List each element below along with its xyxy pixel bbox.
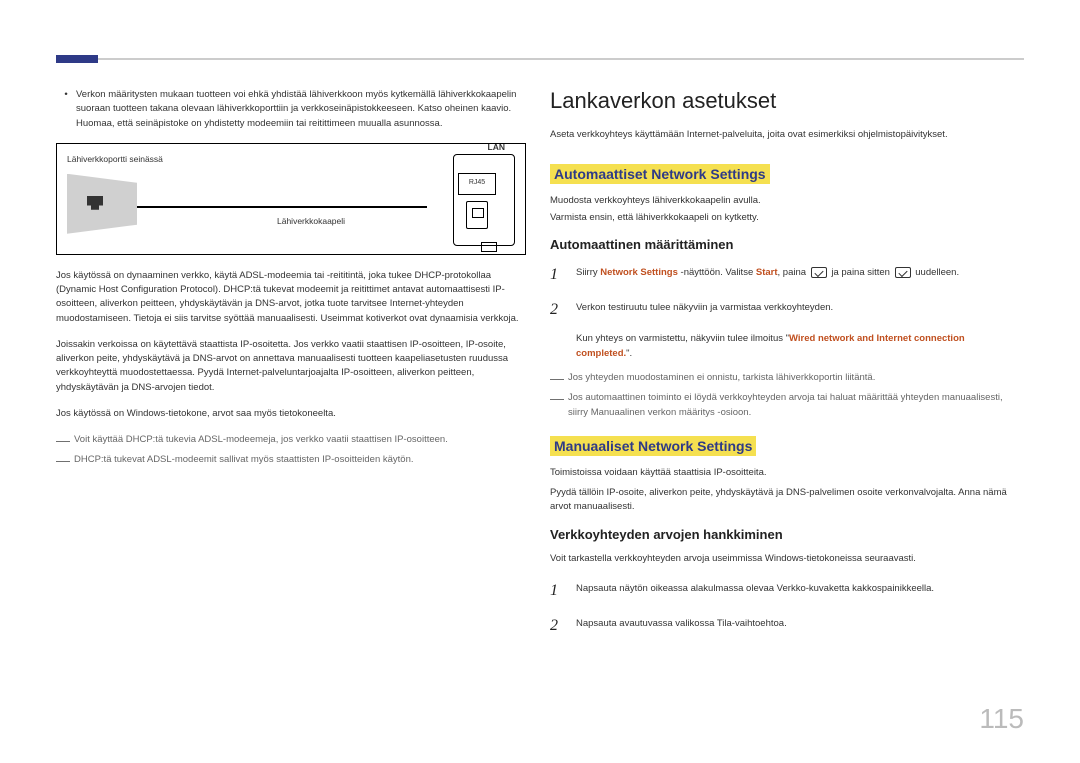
lan-label: LAN — [488, 142, 505, 152]
right-column: Lankaverkon asetukset Aseta verkkoyhteys… — [550, 88, 1020, 649]
paragraph: Jos käytössä on dynaaminen verkko, käytä… — [56, 269, 526, 326]
ui-term: Network Settings — [600, 267, 678, 278]
note-text: DHCP:tä tukevat ADSL-modeemit sallivat m… — [74, 453, 526, 467]
cable-label: Lähiverkkokaapeli — [277, 216, 345, 226]
step-item: 2 Verkon testiruutu tulee näkyviin ja va… — [550, 297, 1020, 361]
left-column: •Verkon määritysten mukaan tuotteen voi … — [56, 88, 526, 474]
dash-icon: ― — [56, 433, 74, 447]
intro-text: Aseta verkkoyhteys käyttämään Internet-p… — [550, 128, 1020, 142]
subsection-highlight: Automaattiset Network Settings — [550, 164, 770, 184]
note-text: Jos automaattinen toiminto ei löydä verk… — [568, 391, 1020, 420]
note-text: Jos yhteyden muodostaminen ei onnistu, t… — [568, 371, 1020, 385]
section-title: Lankaverkon asetukset — [550, 88, 1020, 114]
step-number: 1 — [550, 262, 576, 288]
header-rule — [56, 58, 1024, 60]
step-text: Napsauta avautuvassa valikossa Tila-vaih… — [576, 613, 1020, 639]
bullet-item: •Verkon määritysten mukaan tuotteen voi … — [56, 88, 526, 131]
page-number: 115 — [979, 703, 1024, 735]
bullet-text: Verkon määritysten mukaan tuotteen voi e… — [76, 88, 526, 131]
note-item: ―Jos yhteyden muodostaminen ei onnistu, … — [550, 371, 1020, 385]
step-number: 2 — [550, 613, 576, 639]
step-item: 1 Napsauta näytön oikeassa alakulmassa o… — [550, 578, 1020, 604]
paragraph: Pyydä tällöin IP-osoite, aliverkon peite… — [550, 486, 1020, 515]
paragraph: Toimistoissa voidaan käyttää staattisia … — [550, 466, 1020, 480]
enter-icon — [895, 267, 911, 278]
paragraph: Joissakin verkoissa on käytettävä staatt… — [56, 338, 526, 395]
paragraph: Muodosta verkkoyhteys lähiverkkokaapelin… — [550, 194, 1020, 208]
note-item: ―Jos automaattinen toiminto ei löydä ver… — [550, 391, 1020, 420]
paragraph: Voit tarkastella verkkoyhteyden arvoja u… — [550, 552, 1020, 566]
enter-icon — [811, 267, 827, 278]
subsection-highlight: Manuaaliset Network Settings — [550, 436, 756, 456]
note-text: Voit käyttää DHCP:tä tukevia ADSL-modeem… — [74, 433, 526, 447]
bullet-dot: • — [56, 88, 76, 131]
wall-port-icon — [67, 174, 137, 234]
wall-port-label: Lähiverkkoportti seinässä — [67, 154, 163, 164]
step-number: 2 — [550, 297, 576, 361]
step-item: 1 Siirry Network Settings -näyttöön. Val… — [550, 262, 1020, 288]
step-text: Napsauta näytön oikeassa alakulmassa ole… — [576, 578, 1020, 604]
step-item: 2 Napsauta avautuvassa valikossa Tila-va… — [550, 613, 1020, 639]
paragraph: Jos käytössä on Windows-tietokone, arvot… — [56, 407, 526, 421]
step-text: Siirry Network Settings -näyttöön. Valit… — [576, 262, 1020, 288]
ui-term: Start — [756, 267, 778, 278]
device-box: RJ45 — [453, 154, 515, 246]
paragraph: Varmista ensin, että lähiverkkokaapeli o… — [550, 211, 1020, 225]
connector-icon — [481, 242, 497, 252]
network-diagram: Lähiverkkoportti seinässä Lähiverkkokaap… — [56, 143, 526, 255]
cable-line — [137, 206, 427, 208]
rj45-label: RJ45 — [458, 173, 496, 195]
note-item: ―Voit käyttää DHCP:tä tukevia ADSL-modee… — [56, 433, 526, 447]
step-number: 1 — [550, 578, 576, 604]
sub-heading: Automaattinen määrittäminen — [550, 237, 1020, 252]
dash-icon: ― — [56, 453, 74, 467]
dash-icon: ― — [550, 391, 568, 420]
dash-icon: ― — [550, 371, 568, 385]
rj45-port-icon — [466, 201, 488, 229]
note-item: ―DHCP:tä tukevat ADSL-modeemit sallivat … — [56, 453, 526, 467]
sub-heading: Verkkoyhteyden arvojen hankkiminen — [550, 527, 1020, 542]
step-text: Verkon testiruutu tulee näkyviin ja varm… — [576, 297, 1020, 361]
